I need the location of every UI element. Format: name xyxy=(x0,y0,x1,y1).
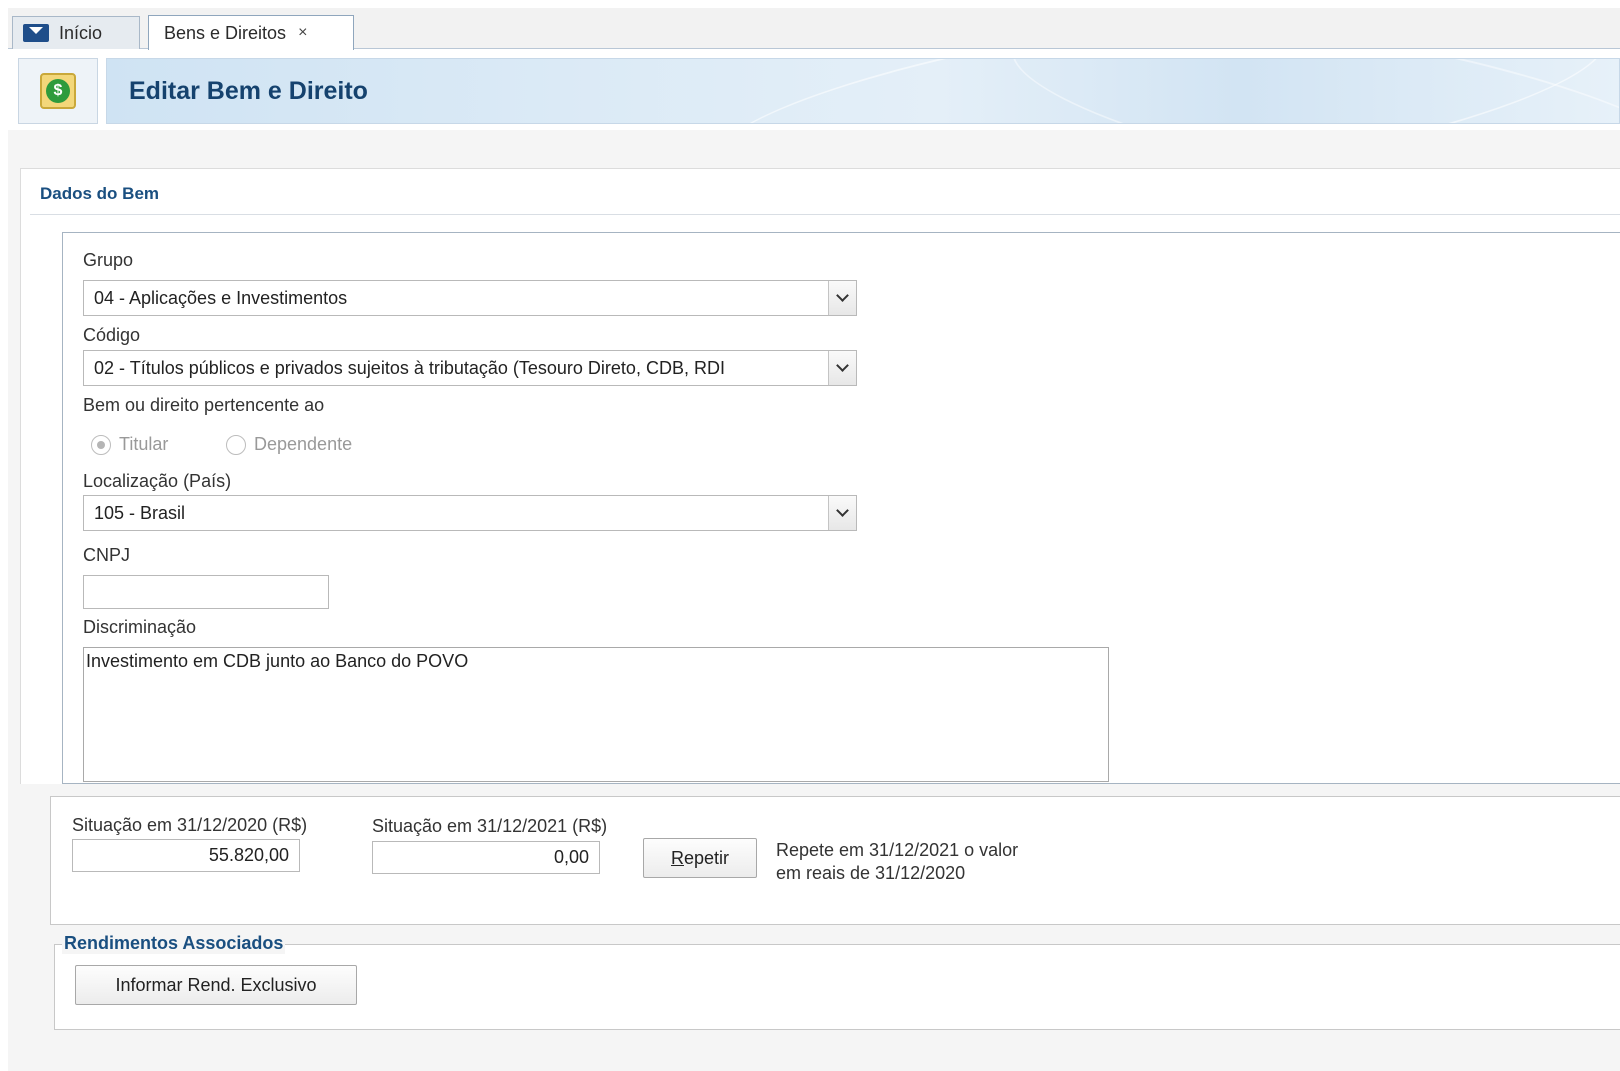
codigo-select[interactable]: 02 - Títulos públicos e privados sujeito… xyxy=(83,350,857,386)
header-band: Editar Bem e Direito xyxy=(106,58,1620,124)
codigo-value: 02 - Títulos públicos e privados sujeito… xyxy=(94,357,725,378)
tab-bens-e-direitos[interactable]: Bens e Direitos × xyxy=(148,15,354,50)
header-icon-box: $ xyxy=(18,58,98,124)
tab-inicio[interactable]: Início xyxy=(12,16,140,49)
radio-dependente-dot xyxy=(226,434,246,455)
tab-inicio-label: Início xyxy=(59,22,103,43)
chevron-down-icon[interactable] xyxy=(828,496,856,530)
situacao-2021-input[interactable]: 0,00 xyxy=(372,841,600,874)
radio-dependente-label: Dependente xyxy=(254,434,353,454)
situacao-2020-label: Situação em 31/12/2020 (R$) xyxy=(72,815,308,835)
chevron-down-icon[interactable] xyxy=(828,281,856,315)
radio-titular-label: Titular xyxy=(119,434,169,454)
repetir-hint-line2: em reais de 31/12/2020 xyxy=(776,863,966,883)
cnpj-input[interactable] xyxy=(83,575,329,609)
radio-titular[interactable]: Titular xyxy=(91,434,168,455)
radio-dependente[interactable]: Dependente xyxy=(226,434,352,455)
chevron-down-icon[interactable] xyxy=(828,351,856,385)
discriminacao-label: Discriminação xyxy=(83,617,197,637)
close-icon[interactable]: × xyxy=(298,24,307,42)
section-divider xyxy=(30,214,1620,215)
discriminacao-textarea[interactable]: Investimento em CDB junto ao Banco do PO… xyxy=(83,647,1109,782)
rendimentos-title: Rendimentos Associados xyxy=(62,933,286,954)
situacao-2020-input[interactable]: 55.820,00 xyxy=(72,839,300,872)
informar-rend-exclusivo-button[interactable]: Informar Rend. Exclusivo xyxy=(75,965,357,1005)
page-header: $ Editar Bem e Direito xyxy=(18,58,1620,124)
repetir-hint: Repete em 31/12/2021 o valor em reais de… xyxy=(776,839,1018,885)
repetir-button[interactable]: Repetir xyxy=(643,838,757,878)
page-title: Editar Bem e Direito xyxy=(129,76,368,105)
money-icon: $ xyxy=(40,73,76,109)
repetir-hint-line1: Repete em 31/12/2021 o valor xyxy=(776,840,1019,860)
localizacao-select[interactable]: 105 - Brasil xyxy=(83,495,857,531)
pertence-label: Bem ou direito pertencente ao xyxy=(83,395,325,415)
repetir-label: epetir xyxy=(683,847,730,868)
cnpj-label: CNPJ xyxy=(83,545,131,565)
tab-bar: Início Bens e Direitos × xyxy=(8,8,1620,50)
codigo-label: Código xyxy=(83,325,141,345)
home-icon xyxy=(23,24,49,42)
situacao-2021-label: Situação em 31/12/2021 (R$) xyxy=(372,816,608,836)
radio-titular-dot xyxy=(91,434,111,455)
grupo-label: Grupo xyxy=(83,250,134,270)
localizacao-value: 105 - Brasil xyxy=(94,502,186,523)
left-strip xyxy=(8,787,30,1037)
grupo-select[interactable]: 04 - Aplicações e Investimentos xyxy=(83,280,857,316)
repetir-mnemonic: R xyxy=(670,847,684,868)
section-title-dados: Dados do Bem xyxy=(40,184,160,203)
tab-bens-label: Bens e Direitos xyxy=(164,22,287,43)
grupo-value: 04 - Aplicações e Investimentos xyxy=(94,287,348,308)
localizacao-label: Localização (País) xyxy=(83,471,232,491)
